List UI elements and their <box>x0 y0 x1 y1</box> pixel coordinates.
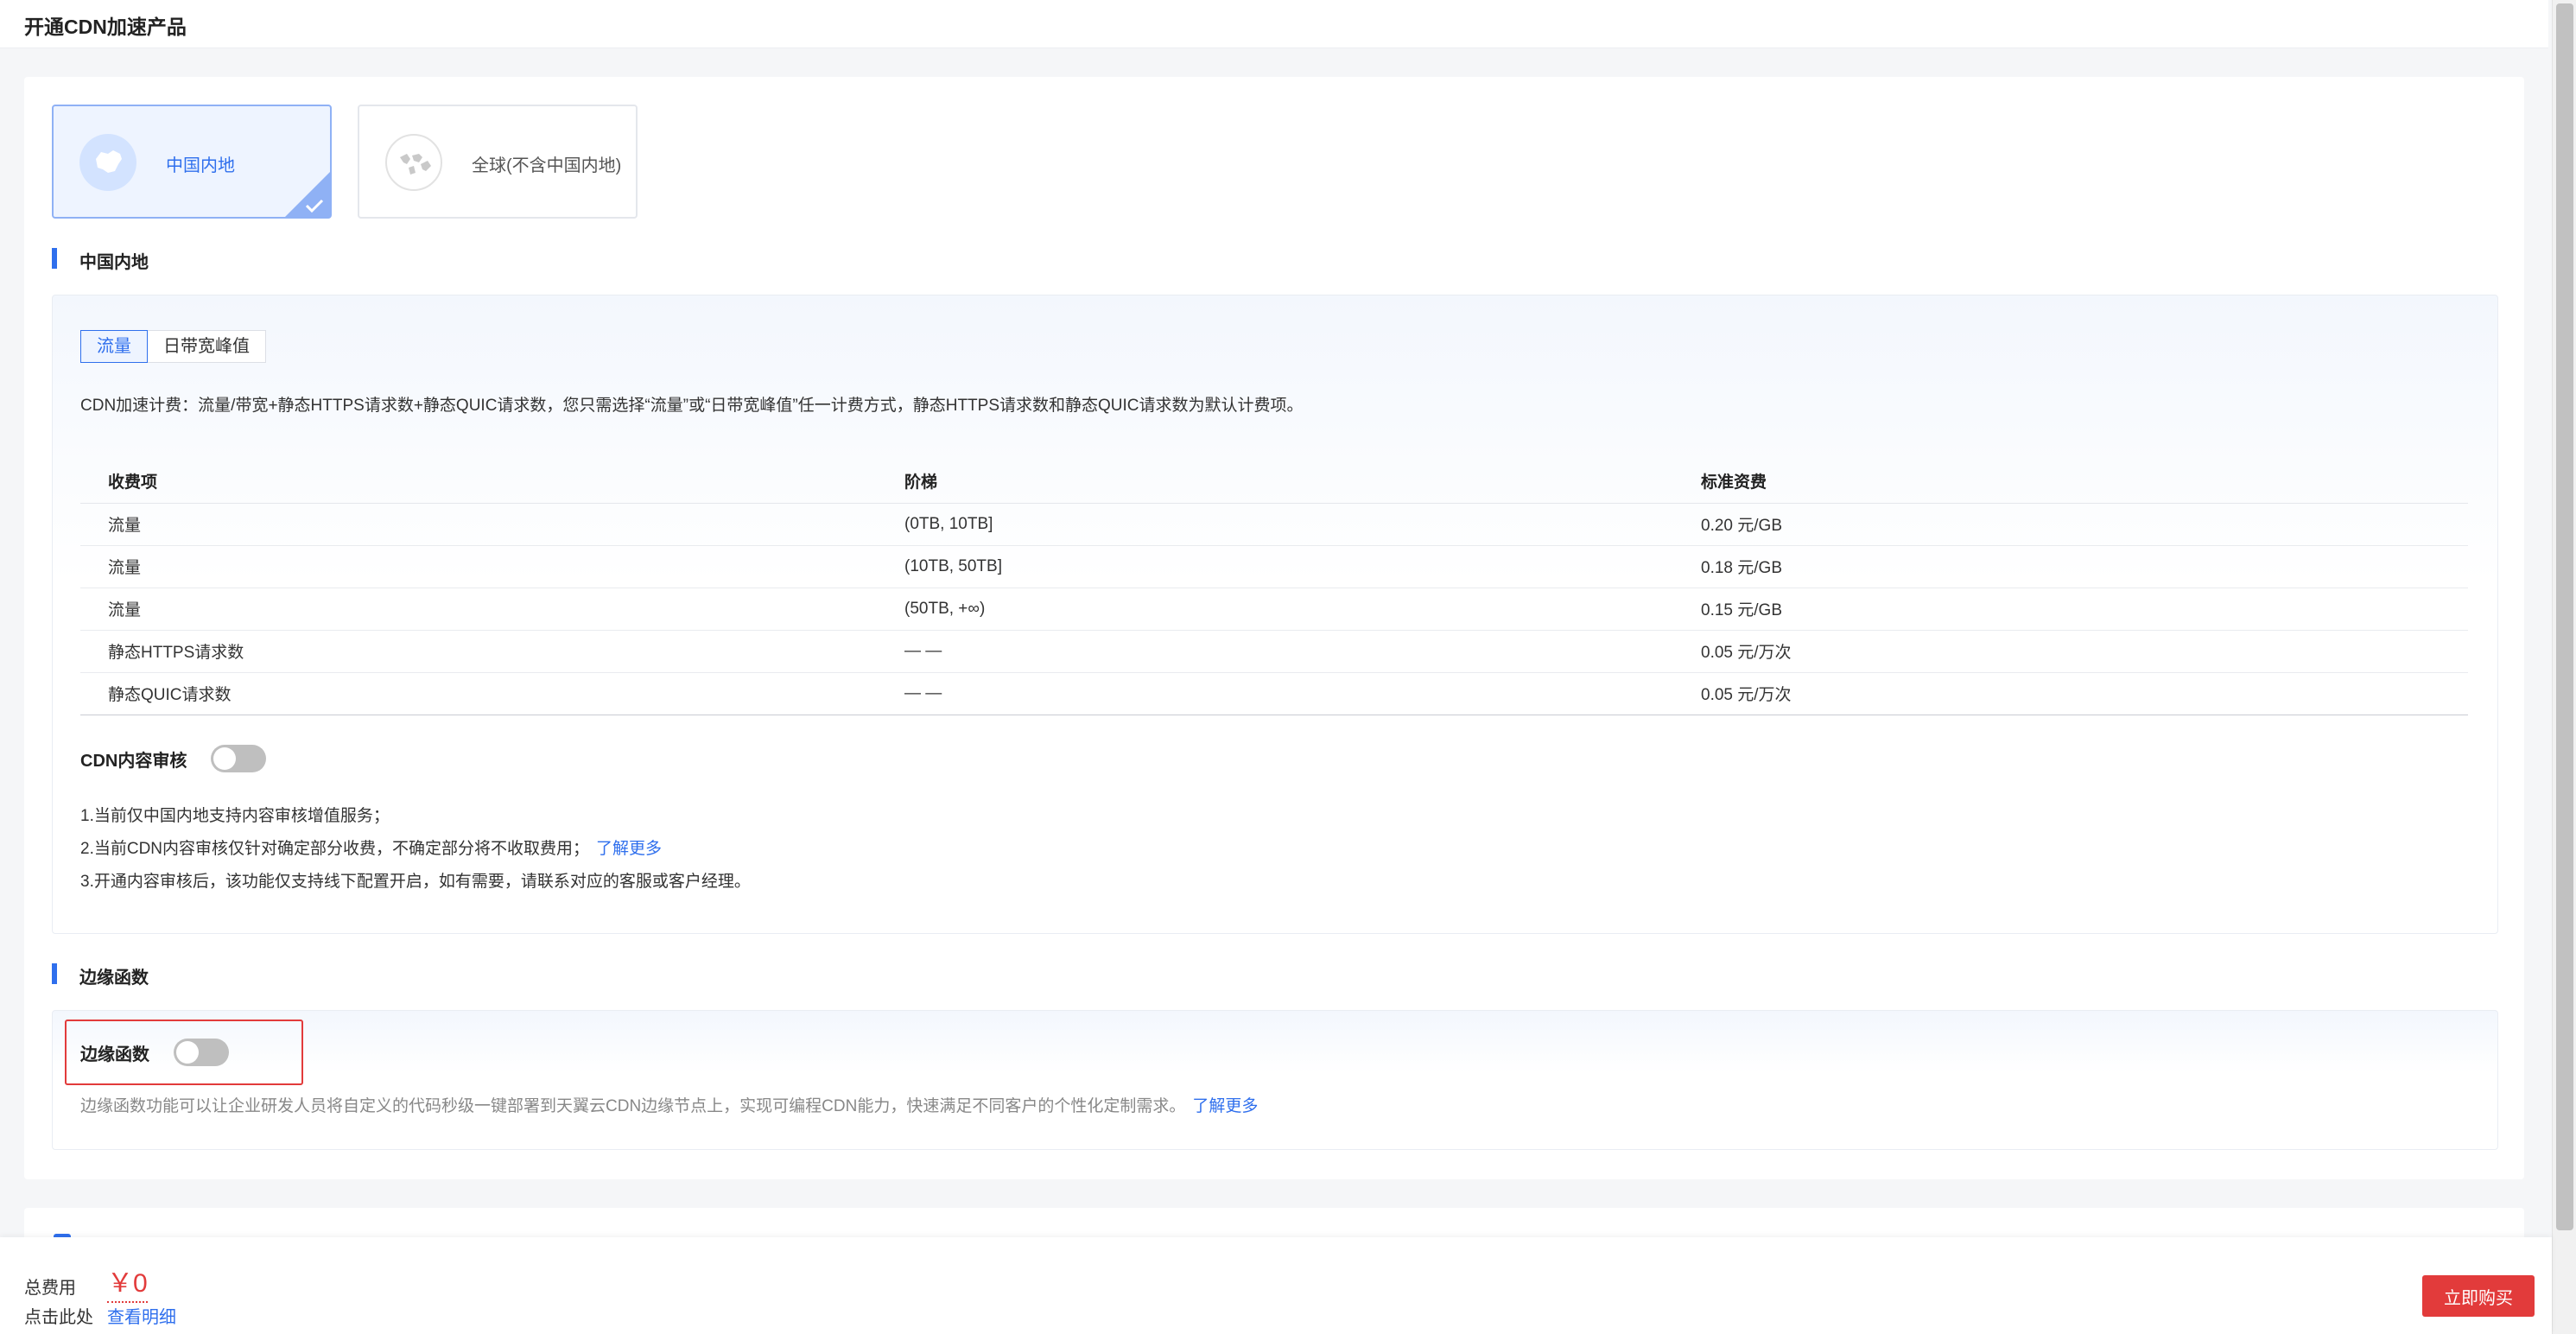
total-label: 总费用 <box>24 1279 76 1298</box>
edge-function-label: 边缘函数 <box>80 1045 149 1064</box>
click-here-label: 点击此处 <box>24 1308 93 1327</box>
world-map-icon <box>385 134 442 191</box>
table-cell: (50TB, +∞) <box>877 588 1673 631</box>
edge-function-panel: 边缘函数 边缘函数功能可以让企业研发人员将自定义的代码秒级一键部署到天翼云CDN… <box>52 1010 2498 1150</box>
top-bar: 开通CDN加速产品 <box>0 0 2548 48</box>
table-cell: — — <box>877 630 1673 673</box>
bottom-bar: 总费用 ￥0 点击此处 查看明细 立即购买 <box>0 1237 2552 1334</box>
region-label-mainland: 中国内地 <box>166 156 235 175</box>
table-cell: 0.18 元/GB <box>1673 545 2468 588</box>
region-label-global: 全球(不含中国内地) <box>472 156 622 175</box>
content-audit-row: CDN内容审核 <box>80 745 267 772</box>
table-header-row: 收费项 阶梯 标准资费 <box>80 460 2468 504</box>
table-cell: 0.05 元/万次 <box>1673 672 2468 715</box>
pricing-table: 收费项 阶梯 标准资费 流量 (0TB, 10TB] 0.20 元/GB 流量 … <box>80 460 2468 715</box>
edge-function-description: 边缘函数功能可以让企业研发人员将自定义的代码秒级一键部署到天翼云CDN边缘节点上… <box>80 1097 1186 1115</box>
billing-description: CDN加速计费：流量/带宽+静态HTTPS请求数+静态QUIC请求数，您只需选择… <box>80 397 1304 415</box>
table-cell: 0.05 元/万次 <box>1673 630 2468 673</box>
table-cell: 静态HTTPS请求数 <box>80 630 877 673</box>
note-line: 1.当前仅中国内地支持内容审核增值服务； <box>80 807 390 825</box>
billing-tabs: 流量 日带宽峰值 <box>80 330 266 363</box>
table-cell: — — <box>877 672 1673 715</box>
table-row: 静态HTTPS请求数 — — 0.05 元/万次 <box>80 630 2468 673</box>
table-cell: 流量 <box>80 503 877 546</box>
region-card-global[interactable]: 全球(不含中国内地) <box>358 105 638 219</box>
scrollbar[interactable] <box>2552 0 2576 1334</box>
table-cell: 流量 <box>80 588 877 631</box>
view-details-link[interactable]: 查看明细 <box>107 1303 176 1328</box>
note-line-with-link: 2.当前CDN内容审核仅针对确定部分收费，不确定部分将不收取费用； 了解更多 <box>80 833 751 866</box>
check-icon <box>305 199 324 213</box>
table-cell: 流量 <box>80 545 877 588</box>
table-cell: 0.15 元/GB <box>1673 588 2468 631</box>
content-audit-notes: 1.当前仅中国内地支持内容审核增值服务； 2.当前CDN内容审核仅针对确定部分收… <box>80 800 751 899</box>
edge-function-description-row: 边缘函数功能可以让企业研发人员将自定义的代码秒级一键部署到天翼云CDN边缘节点上… <box>80 1090 1258 1123</box>
table-cell: (10TB, 50TB] <box>877 545 1673 588</box>
table-row: 流量 (0TB, 10TB] 0.20 元/GB <box>80 503 2468 546</box>
buy-now-button[interactable]: 立即购买 <box>2422 1275 2535 1317</box>
note-line: 3.开通内容审核后，该功能仅支持线下配置开启，如有需要，请联系对应的客服或客户经… <box>80 873 751 891</box>
content-audit-label: CDN内容审核 <box>80 751 187 771</box>
content-audit-toggle[interactable] <box>211 745 267 772</box>
column-header: 标准资费 <box>1673 460 2468 504</box>
section-title-edge: 边缘函数 <box>52 963 149 988</box>
mainland-pricing-panel: 流量 日带宽峰值 CDN加速计费：流量/带宽+静态HTTPS请求数+静态QUIC… <box>52 295 2498 934</box>
table-row: 流量 (50TB, +∞) 0.15 元/GB <box>80 588 2468 631</box>
china-map-icon <box>79 134 136 191</box>
total-price: ￥0 <box>107 1261 148 1303</box>
column-header: 收费项 <box>80 460 877 504</box>
section-title-mainland: 中国内地 <box>52 248 149 273</box>
note-text: 2.当前CDN内容审核仅针对确定部分收费，不确定部分将不收取费用； <box>80 840 590 858</box>
table-cell: 静态QUIC请求数 <box>80 672 877 715</box>
edge-learn-more-link[interactable]: 了解更多 <box>1192 1097 1258 1115</box>
edge-function-toggle[interactable] <box>174 1039 229 1066</box>
table-row: 流量 (10TB, 50TB] 0.18 元/GB <box>80 545 2468 588</box>
learn-more-link[interactable]: 了解更多 <box>596 840 662 858</box>
scrollbar-thumb[interactable] <box>2556 3 2573 1230</box>
table-cell: (0TB, 10TB] <box>877 503 1673 546</box>
main-card: 中国内地 全球(不含中国内地) 中国内地 流量 日带宽峰值 CDN加速计费：流量… <box>24 77 2524 1179</box>
region-card-mainland[interactable]: 中国内地 <box>52 105 332 219</box>
table-cell: 0.20 元/GB <box>1673 503 2468 546</box>
edge-function-row: 边缘函数 <box>80 1039 229 1066</box>
tab-traffic[interactable]: 流量 <box>80 330 148 363</box>
page-title: 开通CDN加速产品 <box>24 16 187 38</box>
column-header: 阶梯 <box>877 460 1673 504</box>
table-row: 静态QUIC请求数 — — 0.05 元/万次 <box>80 672 2468 715</box>
tab-daily-peak-bandwidth[interactable]: 日带宽峰值 <box>148 330 266 363</box>
